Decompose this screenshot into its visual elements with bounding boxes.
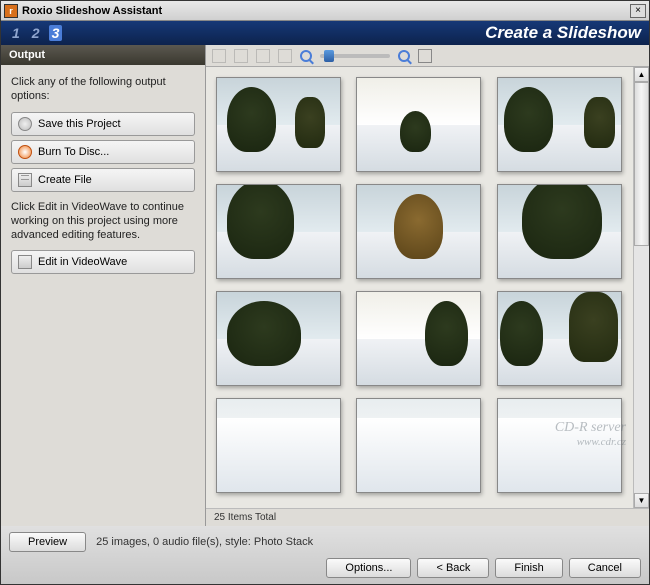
- thumbnail-item[interactable]: [216, 77, 341, 172]
- rotate-left-icon[interactable]: [256, 49, 270, 63]
- disk-icon: [18, 117, 32, 131]
- titlebar: r Roxio Slideshow Assistant ×: [1, 1, 649, 21]
- burn-disc-button[interactable]: Burn To Disc...: [11, 140, 195, 164]
- create-file-label: Create File: [38, 174, 92, 186]
- page-title: Create a Slideshow: [485, 23, 641, 43]
- preview-button[interactable]: Preview: [9, 532, 86, 552]
- thumbnail-viewport: ▲ ▼: [206, 67, 649, 508]
- save-project-button[interactable]: Save this Project: [11, 112, 195, 136]
- thumbnail-grid: [206, 67, 633, 508]
- scroll-track[interactable]: [634, 82, 649, 493]
- rotate-right-icon[interactable]: [278, 49, 292, 63]
- back-button[interactable]: < Back: [417, 558, 489, 578]
- edit-icon: [18, 255, 32, 269]
- step-2[interactable]: 2: [29, 25, 43, 41]
- save-project-label: Save this Project: [38, 118, 121, 130]
- thumbnail-item[interactable]: [356, 184, 481, 279]
- thumbnail-item[interactable]: [216, 184, 341, 279]
- options-button[interactable]: Options...: [326, 558, 411, 578]
- file-icon: [18, 173, 32, 187]
- thumbnail-toolbar: [206, 45, 649, 67]
- burn-icon: [18, 145, 32, 159]
- main-area: Output Click any of the following output…: [1, 45, 649, 526]
- vertical-scrollbar[interactable]: ▲ ▼: [633, 67, 649, 508]
- scroll-down-button[interactable]: ▼: [634, 493, 649, 508]
- thumbnail-item[interactable]: [497, 398, 622, 493]
- thumbnail-item[interactable]: [497, 77, 622, 172]
- sidebar-section-header: Output: [1, 45, 205, 65]
- thumbnail-item[interactable]: [356, 291, 481, 386]
- app-window: r Roxio Slideshow Assistant × 1 2 3 Crea…: [0, 0, 650, 585]
- finish-button[interactable]: Finish: [495, 558, 562, 578]
- remove-icon[interactable]: [234, 49, 248, 63]
- cancel-button[interactable]: Cancel: [569, 558, 641, 578]
- zoom-slider[interactable]: [320, 54, 390, 58]
- sidebar-body: Click any of the following output option…: [1, 65, 205, 288]
- burn-disc-label: Burn To Disc...: [38, 146, 109, 158]
- scroll-up-button[interactable]: ▲: [634, 67, 649, 82]
- sidebar: Output Click any of the following output…: [1, 45, 206, 526]
- step-indicator: 1 2 3: [9, 25, 62, 41]
- close-button[interactable]: ×: [630, 4, 646, 18]
- create-file-button[interactable]: Create File: [11, 168, 195, 192]
- window-title: Roxio Slideshow Assistant: [22, 5, 630, 17]
- footer: Preview 25 images, 0 audio file(s), styl…: [1, 526, 649, 584]
- thumbnail-item[interactable]: [216, 291, 341, 386]
- scroll-thumb[interactable]: [634, 82, 649, 246]
- monitor-icon[interactable]: [212, 49, 226, 63]
- grid-view-icon[interactable]: [418, 49, 432, 63]
- thumbnail-item[interactable]: [356, 77, 481, 172]
- thumbnail-item[interactable]: [497, 291, 622, 386]
- content-panel: ▲ ▼ 25 Items Total: [206, 45, 649, 526]
- app-icon: r: [4, 4, 18, 18]
- thumbnail-item[interactable]: [356, 398, 481, 493]
- step-1[interactable]: 1: [9, 25, 23, 41]
- wizard-header: 1 2 3 Create a Slideshow: [1, 21, 649, 45]
- thumbnail-item[interactable]: [216, 398, 341, 493]
- zoom-slider-handle[interactable]: [324, 50, 334, 62]
- thumbnail-item[interactable]: [497, 184, 622, 279]
- zoom-out-icon[interactable]: [300, 50, 312, 62]
- step-3[interactable]: 3: [49, 25, 63, 41]
- zoom-in-icon[interactable]: [398, 50, 410, 62]
- videowave-intro: Click Edit in VideoWave to continue work…: [11, 200, 195, 243]
- status-bar: 25 Items Total: [206, 508, 649, 526]
- footer-summary: 25 images, 0 audio file(s), style: Photo…: [96, 536, 313, 548]
- output-intro: Click any of the following output option…: [11, 75, 195, 104]
- edit-videowave-button[interactable]: Edit in VideoWave: [11, 250, 195, 274]
- edit-videowave-label: Edit in VideoWave: [38, 256, 127, 268]
